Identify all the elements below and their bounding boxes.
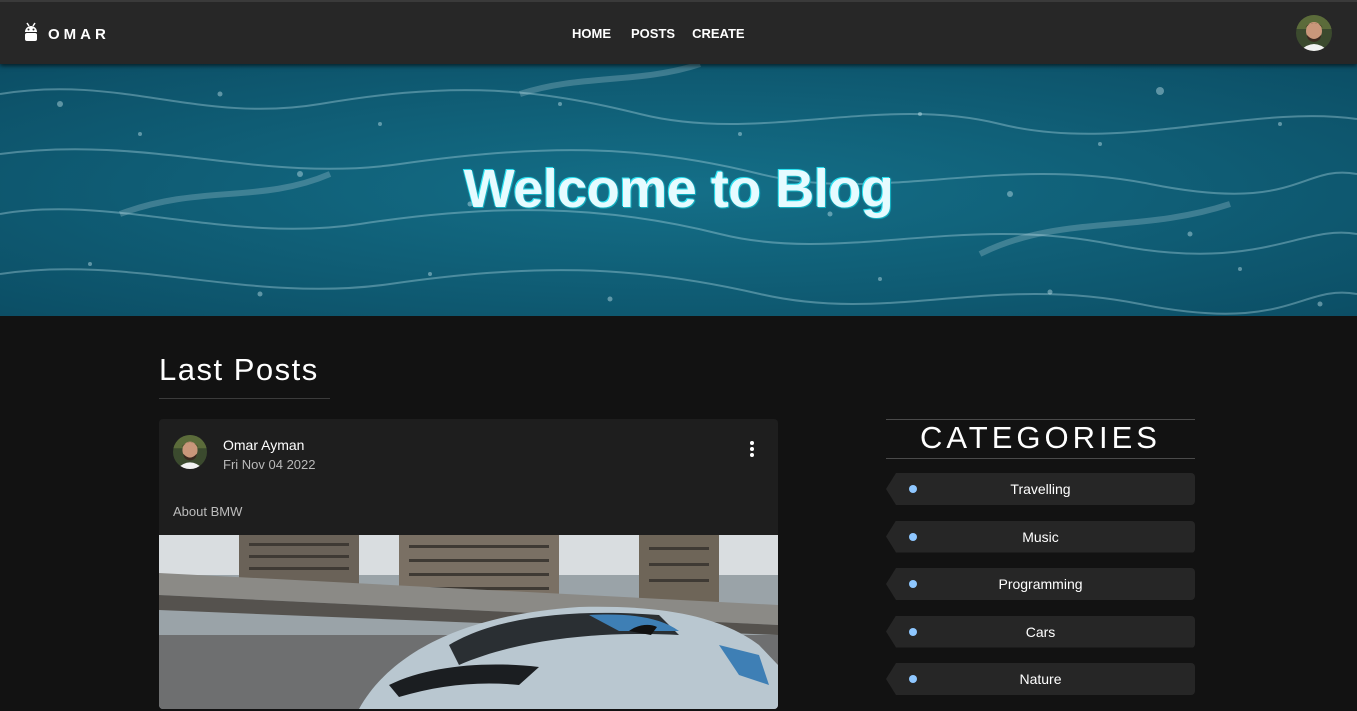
category-item-travelling[interactable]: Travelling xyxy=(886,473,1195,505)
nav-posts-link[interactable]: POSTS xyxy=(620,24,683,43)
hero-title: Welcome to Blog xyxy=(463,159,894,219)
hero-banner: Welcome to Blog xyxy=(0,64,1357,316)
categories-title: CATEGORIES xyxy=(920,420,1161,455)
brand-name: OMAR xyxy=(48,26,110,43)
category-item-programming[interactable]: Programming xyxy=(886,568,1195,600)
android-icon xyxy=(24,22,38,47)
main-content: Last Posts Omar Ayman Fri Nov 04 2022 Ab… xyxy=(0,316,1357,709)
category-label: Travelling xyxy=(1010,481,1071,497)
brand[interactable]: OMAR xyxy=(24,22,110,47)
more-vertical-icon[interactable] xyxy=(744,439,760,459)
category-item-nature[interactable]: Nature xyxy=(886,663,1195,695)
categories-list: Travelling Music Programming Cars Nature xyxy=(886,473,1195,711)
top-navbar: OMAR HOME POSTS CREATE xyxy=(0,0,1357,64)
user-avatar[interactable] xyxy=(1296,15,1332,51)
post-card[interactable]: Omar Ayman Fri Nov 04 2022 About BMW xyxy=(159,419,778,709)
nav-create-link[interactable]: CREATE xyxy=(683,24,753,43)
category-item-cars[interactable]: Cars xyxy=(886,615,1195,648)
category-label: Music xyxy=(1022,528,1059,545)
category-label: Cars xyxy=(1025,623,1056,640)
post-author-avatar[interactable] xyxy=(173,435,207,469)
category-label: Programming xyxy=(998,576,1083,592)
category-item-music[interactable]: Music xyxy=(886,520,1195,553)
post-description: About BMW xyxy=(173,504,243,519)
section-title: Last Posts xyxy=(159,352,330,399)
post-date: Fri Nov 04 2022 xyxy=(223,457,316,472)
nav-links: HOME POSTS CREATE xyxy=(563,24,754,43)
categories-header: CATEGORIES xyxy=(886,419,1195,459)
category-label: Nature xyxy=(1019,671,1062,687)
post-author-name: Omar Ayman xyxy=(223,437,305,453)
nav-home-link[interactable]: HOME xyxy=(563,24,620,43)
